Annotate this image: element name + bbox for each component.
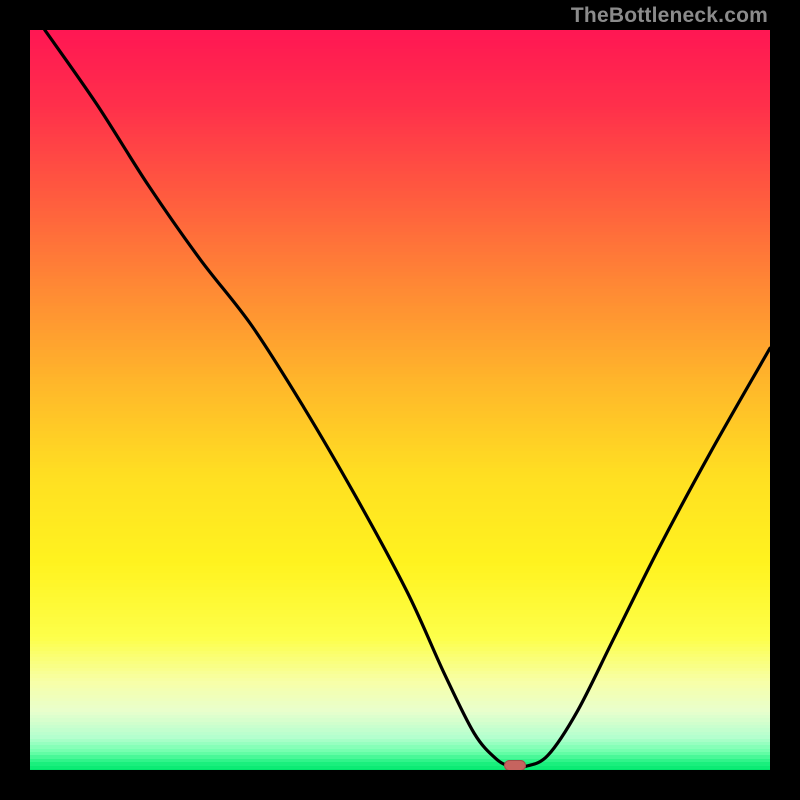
bottleneck-curve: [45, 30, 770, 767]
optimum-marker: [504, 760, 526, 770]
watermark-text: TheBottleneck.com: [571, 4, 768, 28]
plot-area: [30, 30, 770, 770]
chart-frame: TheBottleneck.com: [0, 0, 800, 800]
curve-layer: [30, 30, 770, 770]
